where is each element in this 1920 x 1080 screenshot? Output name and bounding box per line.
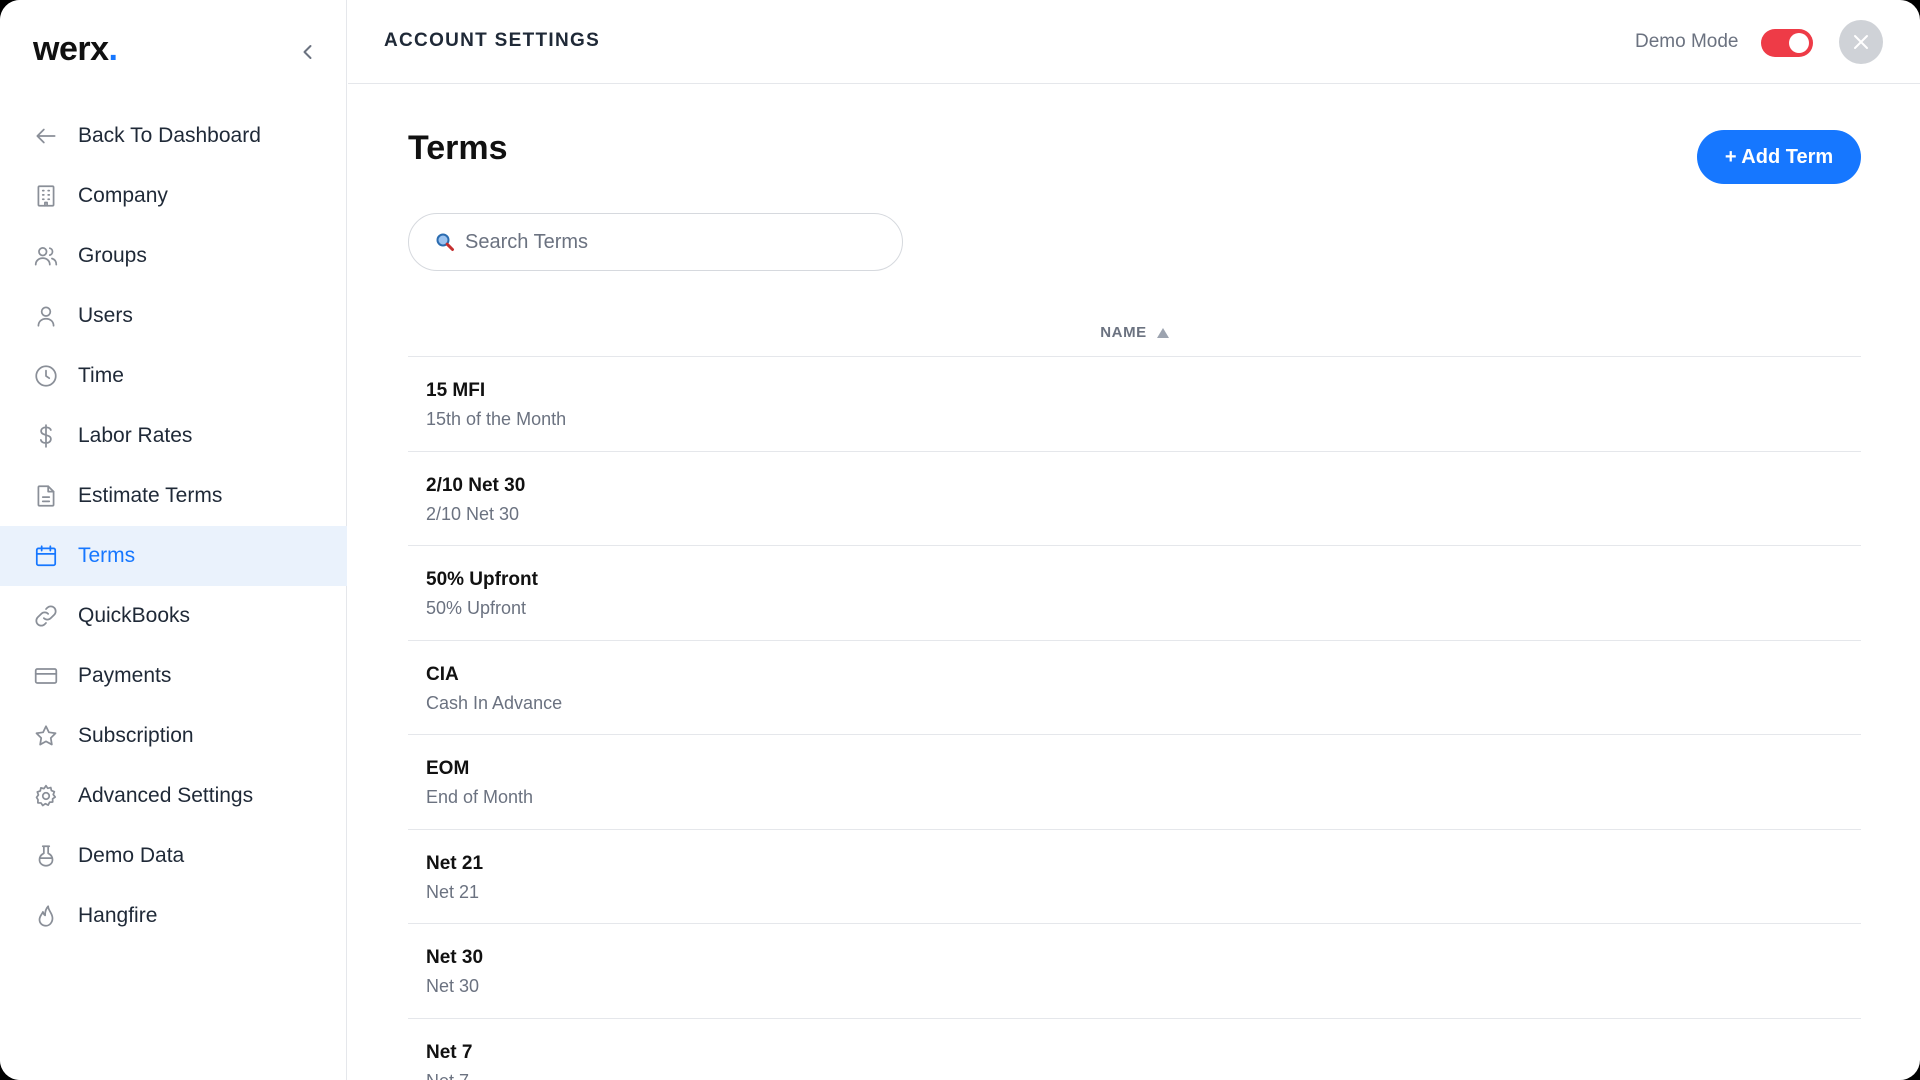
flame-icon (32, 902, 60, 930)
sidebar-item-labor-rates[interactable]: Labor Rates (0, 406, 347, 466)
sidebar-item-users[interactable]: Users (0, 286, 347, 346)
sidebar-item-advanced-settings[interactable]: Advanced Settings (0, 766, 347, 826)
table-row[interactable]: 50% Upfront 50% Upfront (408, 546, 1861, 641)
sidebar-item-demo-data[interactable]: Demo Data (0, 826, 347, 886)
chevron-left-icon (303, 45, 312, 59)
clock-icon (32, 362, 60, 390)
column-header-label: NAME (1100, 324, 1147, 341)
page-header-title: ACCOUNT SETTINGS (384, 30, 601, 51)
search-box[interactable] (408, 213, 903, 271)
close-icon (1854, 35, 1868, 49)
term-name: Net 7 (426, 1041, 473, 1063)
sidebar-item-company[interactable]: Company (0, 166, 347, 226)
dollar-icon (32, 422, 60, 450)
term-description: Cash In Advance (426, 692, 563, 713)
name-column-header[interactable]: NAME (408, 317, 1861, 357)
credit-card-icon (32, 662, 60, 690)
table-row[interactable]: Net 21 Net 21 (408, 830, 1861, 924)
search-input[interactable] (465, 230, 885, 254)
calendar-icon (32, 542, 60, 570)
term-name: 50% Upfront (426, 569, 538, 590)
user-icon (32, 302, 60, 330)
toggle-knob (1789, 33, 1809, 53)
sidebar-item-label: Company (78, 184, 168, 207)
sidebar-item-label: Users (78, 304, 133, 327)
term-name: CIA (426, 663, 459, 685)
page-title: Terms (408, 129, 508, 167)
term-description: 2/10 Net 30 (426, 503, 520, 524)
werx-logo[interactable]: werx. (33, 30, 118, 74)
users-group-icon (32, 242, 60, 270)
sidebar: werx. Back To Dashboard Company Groups U… (0, 0, 347, 1080)
sidebar-item-label: Estimate Terms (78, 484, 223, 507)
settings-nav: Back To Dashboard Company Groups Users T… (0, 106, 347, 946)
collapse-sidebar-button[interactable] (292, 36, 324, 68)
sidebar-item-label: Demo Data (78, 844, 185, 867)
gear-icon (32, 782, 60, 810)
table-row[interactable]: Net 30 Net 30 (408, 924, 1861, 1019)
document-icon (32, 482, 60, 510)
table-row[interactable]: CIA Cash In Advance (408, 641, 1861, 735)
sort-ascending-icon (1156, 327, 1169, 338)
sidebar-item-back-to-dashboard[interactable]: Back To Dashboard (0, 106, 347, 166)
brand-name: werx (33, 30, 109, 68)
main-content: Terms + Add Term NAME 15 MFI 15th of the… (348, 85, 1920, 1080)
demo-mode-label: Demo Mode (1635, 31, 1739, 52)
sidebar-item-label: Groups (78, 244, 147, 267)
sidebar-item-terms[interactable]: Terms (0, 526, 347, 586)
sidebar-item-hangfire[interactable]: Hangfire (0, 886, 347, 946)
sidebar-item-payments[interactable]: Payments (0, 646, 347, 706)
term-name: Net 21 (426, 852, 484, 874)
term-description: Net 7 (426, 1071, 1861, 1080)
term-description: End of Month (426, 787, 534, 807)
sidebar-item-label: Hangfire (78, 904, 158, 927)
sidebar-item-quickbooks[interactable]: QuickBooks (0, 586, 347, 646)
term-description: 15th of the Month (426, 409, 567, 429)
arrow-left-icon (32, 122, 60, 150)
term-name: 15 MFI (426, 380, 486, 401)
close-button[interactable] (1839, 20, 1883, 64)
sidebar-item-label: Back To Dashboard (78, 124, 261, 147)
sidebar-item-subscription[interactable]: Subscription (0, 706, 347, 766)
term-description: Net 30 (426, 976, 480, 996)
app-window: werx. Back To Dashboard Company Groups U… (0, 0, 1920, 1080)
sidebar-item-time[interactable]: Time (0, 346, 347, 406)
terms-table: NAME 15 MFI 15th of the Month 2/10 Net 3… (408, 317, 1861, 1080)
sidebar-item-label: Payments (78, 664, 172, 687)
flask-icon (32, 842, 60, 870)
sidebar-item-groups[interactable]: Groups (0, 226, 347, 286)
sidebar-item-label: Subscription (78, 724, 194, 747)
sidebar-item-label: QuickBooks (78, 604, 191, 627)
building-icon (32, 182, 60, 210)
table-row[interactable]: Net 7 Net 7 (408, 1019, 1861, 1080)
table-row[interactable]: 2/10 Net 30 2/10 Net 30 (408, 452, 1861, 546)
sidebar-item-label: Advanced Settings (78, 784, 254, 807)
table-row[interactable]: EOM End of Month (408, 735, 1861, 830)
sidebar-item-label: Terms (78, 544, 136, 567)
top-header: ACCOUNT SETTINGS Demo Mode (348, 0, 1920, 84)
add-term-button[interactable]: + Add Term (1697, 130, 1861, 184)
term-name: Net 30 (426, 947, 484, 968)
term-name: 2/10 Net 30 (426, 474, 526, 496)
term-description: 50% Upfront (426, 598, 527, 618)
link-icon (32, 602, 60, 630)
star-icon (32, 722, 60, 750)
sidebar-item-label: Labor Rates (78, 424, 193, 447)
sidebar-item-label: Time (78, 364, 124, 387)
term-description: Net 21 (426, 881, 480, 902)
sidebar-item-estimate-terms[interactable]: Estimate Terms (0, 466, 347, 526)
term-name: EOM (426, 758, 470, 779)
brand-dot: . (108, 30, 118, 68)
demo-mode-toggle[interactable] (1761, 29, 1813, 57)
search-icon (436, 233, 454, 251)
table-row[interactable]: 15 MFI 15th of the Month (408, 357, 1861, 452)
